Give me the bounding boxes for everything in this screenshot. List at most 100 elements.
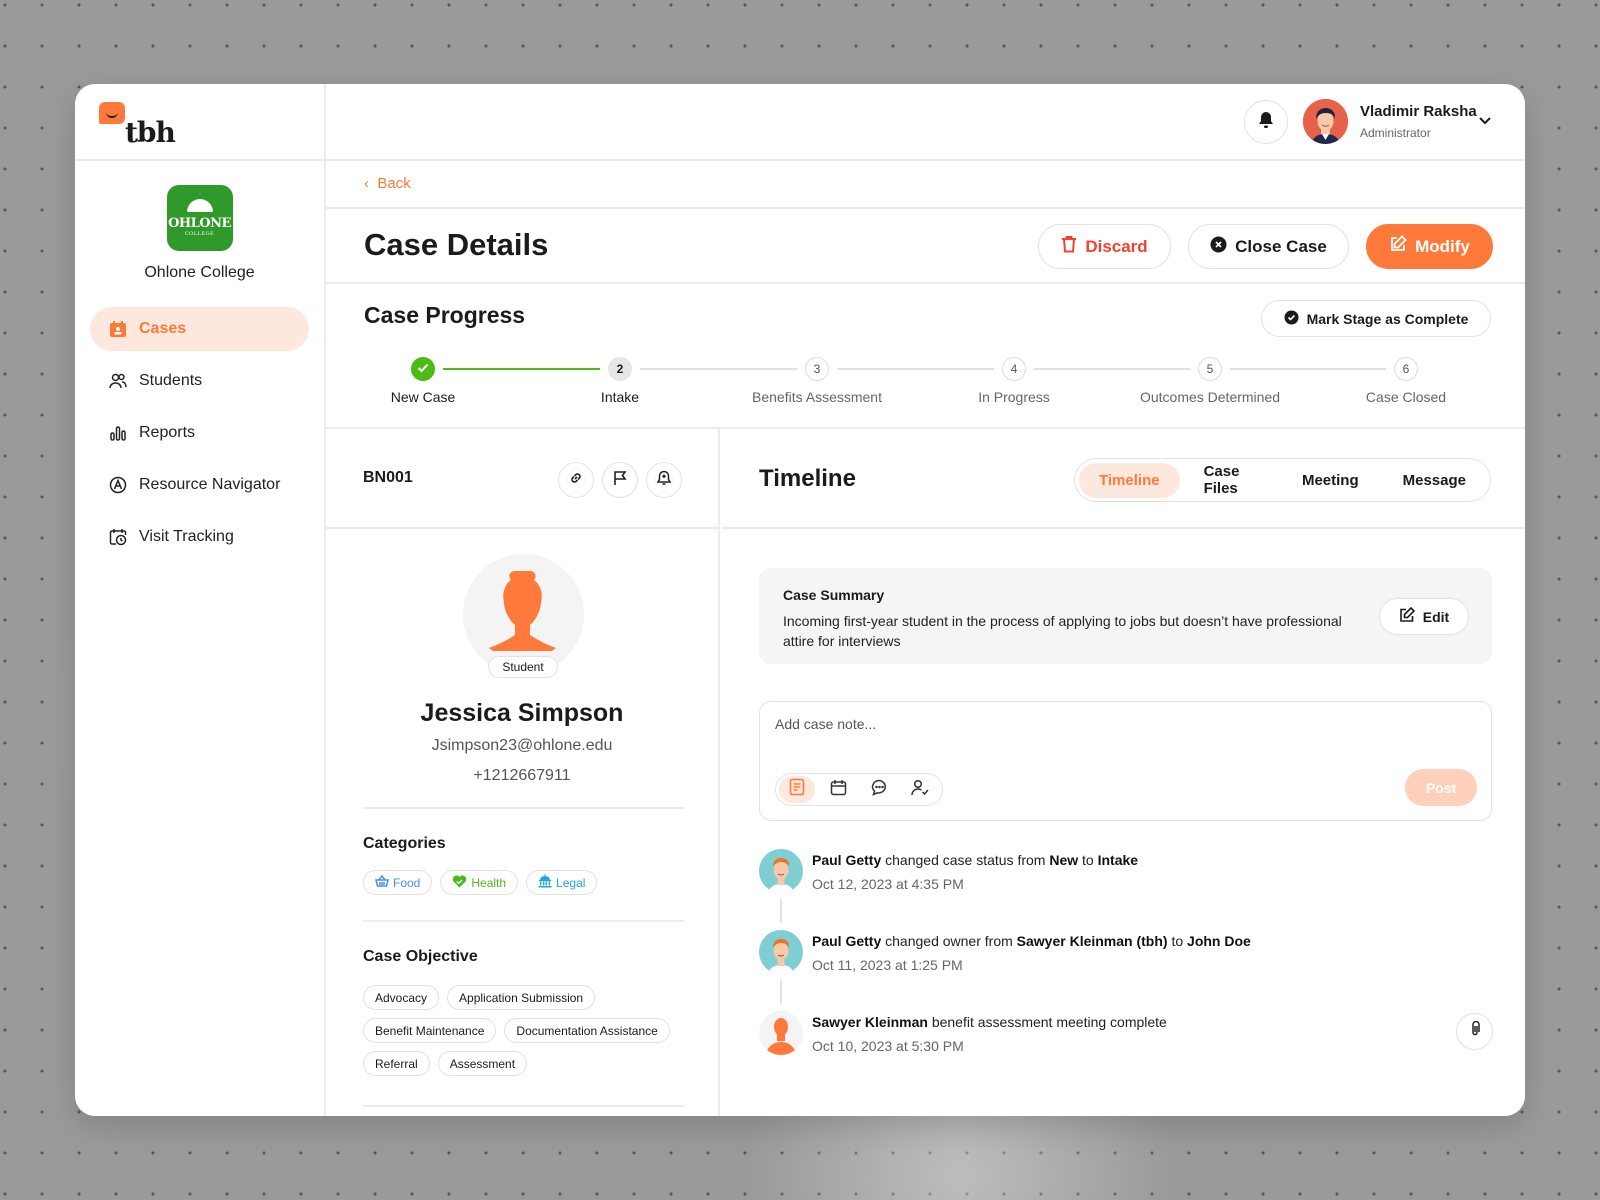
case-note-input[interactable] (775, 716, 1375, 732)
divider (363, 1105, 684, 1107)
logo[interactable]: tbh (75, 84, 324, 161)
case-id-row: BN001 (326, 429, 718, 529)
tab-meeting[interactable]: Meeting (1282, 463, 1379, 498)
step-indicator[interactable]: 3 (805, 357, 829, 381)
flag-button[interactable] (602, 462, 638, 498)
user-avatar[interactable] (1303, 99, 1348, 144)
edit-icon (1399, 606, 1415, 626)
category-chips: Food Health Legal (363, 870, 703, 895)
case-note-composer: Post (759, 701, 1492, 821)
event-actor[interactable]: Paul Getty (812, 933, 881, 949)
event-text: to (1078, 852, 1098, 868)
objective-chip[interactable]: Documentation Assistance (504, 1018, 670, 1043)
event-actor-avatar (759, 1011, 803, 1055)
capitol-icon (538, 874, 552, 891)
category-chip-health[interactable]: Health (440, 870, 519, 895)
event-description: Paul Getty changed owner from Sawyer Kle… (812, 933, 1251, 949)
case-objective-title: Case Objective (363, 948, 478, 965)
post-note-button[interactable]: Post (1405, 769, 1477, 806)
chevron-down-icon[interactable] (1478, 112, 1492, 130)
role-badge: Student (488, 656, 558, 678)
note-type-assign[interactable] (902, 776, 938, 803)
timeline-connector (780, 980, 782, 1004)
chip-label: Food (393, 875, 421, 890)
objective-chip[interactable]: Assessment (437, 1051, 528, 1076)
note-icon (789, 778, 805, 801)
timeline-header: Timeline Timeline Case Files Meeting Messag… (722, 429, 1525, 529)
bell-plus-icon (656, 470, 672, 491)
objective-chip[interactable]: Benefit Maintenance (363, 1018, 497, 1043)
event-actor-avatar (759, 849, 803, 893)
sidebar-item-visit-tracking[interactable]: Visit Tracking (90, 515, 309, 559)
event-text: to (1167, 933, 1188, 949)
check-circle-icon (1284, 310, 1299, 328)
mark-stage-complete-button[interactable]: Mark Stage as Complete (1261, 300, 1491, 337)
sidebar-item-cases[interactable]: Cases (90, 307, 309, 351)
attachment-button[interactable] (1456, 1013, 1493, 1050)
step-connector (837, 368, 994, 370)
bar-chart-icon (109, 424, 127, 442)
student-phone[interactable]: +1212667911 (326, 767, 718, 785)
sidebar-item-reports[interactable]: Reports (90, 411, 309, 455)
cases-icon (109, 320, 127, 338)
step-indicator[interactable]: 4 (1002, 357, 1026, 381)
logo-text: tbh (125, 116, 176, 149)
navigator-icon (109, 476, 127, 494)
category-chip-food[interactable]: Food (363, 870, 433, 895)
step-indicator[interactable]: 2 (608, 357, 632, 381)
objective-chip[interactable]: Referral (363, 1051, 430, 1076)
step-label: New Case (390, 389, 456, 405)
step-indicator[interactable]: 6 (1394, 357, 1418, 381)
note-type-toolbar (775, 773, 943, 806)
users-icon (109, 372, 127, 390)
timeline-event: Paul Getty changed owner from Sawyer Kle… (759, 930, 1499, 1011)
add-reminder-button[interactable] (646, 462, 682, 498)
heart-check-icon (452, 875, 467, 891)
step-indicator[interactable]: 5 (1198, 357, 1222, 381)
tab-timeline[interactable]: Timeline (1079, 462, 1180, 498)
trash-icon (1061, 235, 1077, 258)
event-actor[interactable]: Paul Getty (812, 852, 881, 868)
modify-button[interactable]: Modify (1366, 224, 1493, 269)
note-type-note[interactable] (779, 776, 815, 803)
step-indicator[interactable] (411, 357, 435, 381)
link-icon (568, 470, 584, 491)
tab-message[interactable]: Message (1383, 463, 1486, 498)
objective-chip[interactable]: Application Submission (447, 985, 596, 1010)
sidebar-item-label: Reports (139, 424, 196, 441)
chat-bubble-icon (871, 779, 888, 801)
edit-icon (1389, 235, 1407, 258)
copy-link-button[interactable] (558, 462, 594, 498)
event-value: Intake (1097, 852, 1139, 868)
objective-chip[interactable]: Advocacy (363, 985, 440, 1010)
note-type-message[interactable] (861, 776, 897, 803)
event-timestamp: Oct 10, 2023 at 5:30 PM (812, 1038, 964, 1054)
org-logo-text: OHLONE (168, 216, 231, 231)
mark-stage-complete-label: Mark Stage as Complete (1306, 310, 1469, 327)
note-type-schedule[interactable] (820, 776, 856, 803)
notifications-button[interactable] (1244, 100, 1288, 144)
close-case-button[interactable]: Close Case (1188, 224, 1349, 269)
back-link[interactable]: ‹ Back (364, 175, 411, 192)
edit-summary-button[interactable]: Edit (1379, 598, 1469, 635)
case-progress: Case Progress Mark Stage as Complete New… (326, 284, 1525, 429)
student-email[interactable]: Jsimpson23@ohlone.edu (326, 737, 718, 755)
discard-button[interactable]: Discard (1038, 224, 1171, 269)
divider (363, 920, 684, 922)
case-info-panel: BN001 Student Jessica Simpson Jsimpson23… (326, 429, 720, 1116)
step-label: Benefits Assessment (752, 389, 882, 405)
timeline-event: Paul Getty changed case status from New … (759, 849, 1499, 930)
event-description: Sawyer Kleinman benefit assessment meeti… (812, 1014, 1167, 1030)
paperclip-icon (1470, 1020, 1480, 1042)
tab-case-files[interactable]: Case Files (1184, 463, 1278, 498)
categories-title: Categories (363, 835, 446, 852)
timeline-events: Paul Getty changed case status from New … (759, 849, 1499, 1092)
sidebar-item-students[interactable]: Students (90, 359, 309, 403)
sidebar-item-resource-navigator[interactable]: Resource Navigator (90, 463, 309, 507)
category-chip-legal[interactable]: Legal (526, 870, 598, 895)
event-actor[interactable]: Sawyer Kleinman (812, 1014, 928, 1030)
organization: OHLONE COLLEGE Ohlone College (75, 161, 324, 282)
main-content: ‹ Back Case Details Discard Close Case M… (326, 163, 1525, 1116)
event-actor-avatar (759, 930, 803, 974)
user-role: Administrator (1360, 126, 1431, 140)
